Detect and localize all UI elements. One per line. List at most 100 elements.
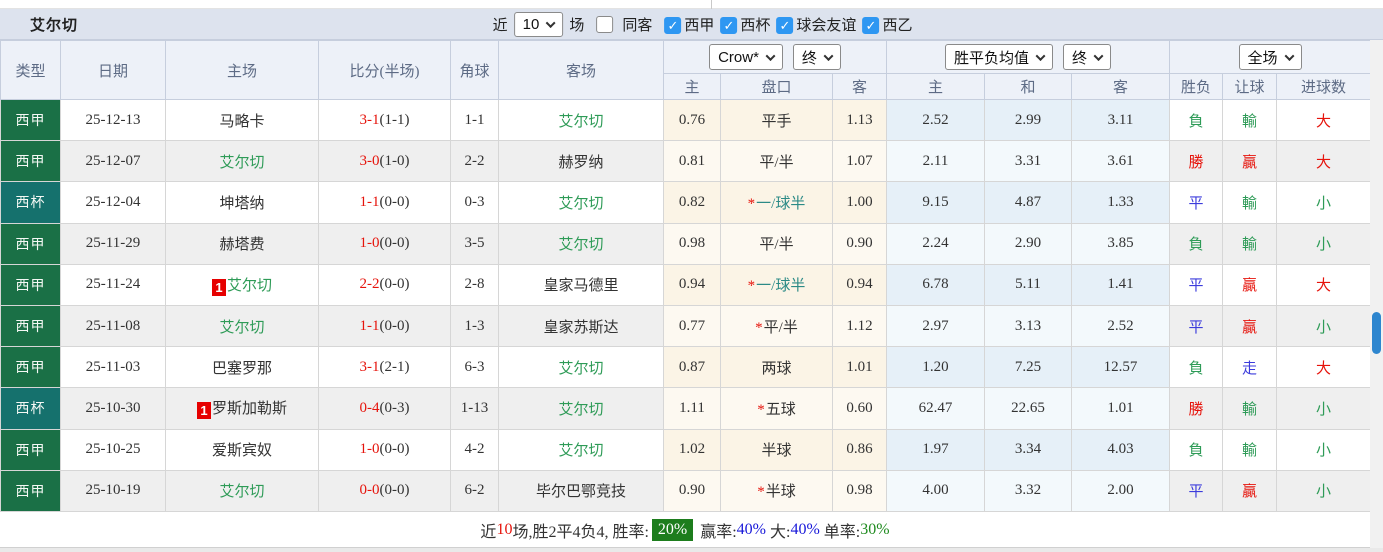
- chevron-down-icon: [546, 18, 556, 28]
- match-table: 类型 日期 主场 比分(半场) 角球 客场 Crow* 终: [0, 40, 1371, 512]
- league-badge: 西杯: [1, 182, 61, 223]
- result-goals: 小: [1277, 470, 1371, 511]
- col-header-asian-away: 客: [833, 74, 887, 100]
- handicap: *一/球半: [721, 264, 833, 305]
- red-card-badge: 1: [197, 402, 211, 419]
- top-strip: [0, 0, 1383, 9]
- score: 1-1(0-0): [319, 305, 451, 346]
- euro-odds-time-select[interactable]: 终: [1063, 44, 1111, 70]
- match-date: 25-11-08: [61, 305, 166, 346]
- away-team[interactable]: 艾尔切: [499, 223, 664, 264]
- bookmaker-select[interactable]: Crow*: [709, 44, 783, 70]
- euro-away-odds: 3.61: [1072, 141, 1170, 182]
- col-header-euro-home: 主: [887, 74, 985, 100]
- corner-score: 6-2: [451, 470, 499, 511]
- euro-draw-odds: 3.32: [985, 470, 1072, 511]
- period-select-value: 全场: [1248, 47, 1278, 68]
- result-wdl: 平: [1170, 264, 1223, 305]
- league-badge: 西甲: [1, 264, 61, 305]
- asian-away-odds: 0.60: [833, 388, 887, 429]
- home-team[interactable]: 巴塞罗那: [166, 347, 319, 388]
- result-wdl: 勝: [1170, 141, 1223, 182]
- euro-home-odds: 1.97: [887, 429, 985, 470]
- handicap: 平/半: [721, 141, 833, 182]
- recent-count-select[interactable]: 10: [514, 12, 564, 37]
- home-team[interactable]: 赫塔费: [166, 223, 319, 264]
- asian-home-odds: 0.82: [664, 182, 721, 223]
- home-team[interactable]: 坤塔纳: [166, 182, 319, 223]
- scrollbar-thumb[interactable]: [1372, 312, 1381, 354]
- handicap: *平/半: [721, 305, 833, 346]
- asian-home-odds: 0.94: [664, 264, 721, 305]
- league-badge: 西杯: [1, 388, 61, 429]
- summary-segment: 30%: [860, 521, 889, 539]
- asian-home-odds: 0.81: [664, 141, 721, 182]
- asian-odds-group-header: Crow* 终: [664, 41, 887, 74]
- asian-home-odds: 0.98: [664, 223, 721, 264]
- asian-odds-time-select[interactable]: 终: [793, 44, 841, 70]
- table-row: 西甲 25-11-29 赫塔费 1-0(0-0) 3-5 艾尔切 0.98 平/…: [1, 223, 1371, 264]
- away-team[interactable]: 皇家马德里: [499, 264, 664, 305]
- summary-segment: 赢率:: [696, 518, 736, 542]
- away-team[interactable]: 艾尔切: [499, 388, 664, 429]
- corner-score: 6-3: [451, 347, 499, 388]
- col-header-date: 日期: [61, 41, 166, 100]
- away-team[interactable]: 艾尔切: [499, 429, 664, 470]
- filter-bar: 艾尔切 近 10 场 同客 ✓西甲✓西杯✓球会友谊✓西乙: [0, 9, 1383, 40]
- euro-away-odds: 4.03: [1072, 429, 1170, 470]
- red-card-badge: 1: [212, 279, 226, 296]
- table-row: 西甲 25-11-24 1艾尔切 2-2(0-0) 2-8 皇家马德里 0.94…: [1, 264, 1371, 305]
- corner-score: 0-3: [451, 182, 499, 223]
- euro-draw-odds: 4.87: [985, 182, 1072, 223]
- euro-draw-odds: 7.25: [985, 347, 1072, 388]
- asian-away-odds: 1.00: [833, 182, 887, 223]
- away-team[interactable]: 赫罗纳: [499, 141, 664, 182]
- home-team[interactable]: 艾尔切: [166, 305, 319, 346]
- same-opponent-label: 同客: [622, 14, 652, 35]
- away-team[interactable]: 艾尔切: [499, 347, 664, 388]
- live-handicap-star: *: [748, 278, 756, 294]
- result-goals: 小: [1277, 182, 1371, 223]
- col-header-euro-away: 客: [1072, 74, 1170, 100]
- recent-label: 近: [493, 14, 508, 35]
- away-team[interactable]: 毕尔巴鄂竞技: [499, 470, 664, 511]
- home-team[interactable]: 马略卡: [166, 100, 319, 141]
- result-handicap: 贏: [1223, 141, 1277, 182]
- asian-home-odds: 0.87: [664, 347, 721, 388]
- result-wdl: 勝: [1170, 388, 1223, 429]
- home-team[interactable]: 艾尔切: [166, 141, 319, 182]
- table-row: 西甲 25-10-25 爱斯宾奴 1-0(0-0) 4-2 艾尔切 1.02 半…: [1, 429, 1371, 470]
- euro-home-odds: 4.00: [887, 470, 985, 511]
- league-badge: 西甲: [1, 429, 61, 470]
- live-handicap-star: *: [748, 196, 756, 212]
- euro-odds-type-select[interactable]: 胜平负均值: [945, 44, 1053, 70]
- summary-segment: 单率:: [820, 518, 860, 542]
- euro-draw-odds: 2.99: [985, 100, 1072, 141]
- league-checkbox[interactable]: ✓: [664, 17, 681, 34]
- scrollbar-track[interactable]: [1370, 40, 1383, 552]
- home-team[interactable]: 爱斯宾奴: [166, 429, 319, 470]
- away-team[interactable]: 艾尔切: [499, 182, 664, 223]
- corner-score: 1-1: [451, 100, 499, 141]
- result-handicap: 走: [1223, 347, 1277, 388]
- home-team[interactable]: 艾尔切: [166, 470, 319, 511]
- away-team[interactable]: 皇家苏斯达: [499, 305, 664, 346]
- score: 0-4(0-3): [319, 388, 451, 429]
- same-opponent-checkbox[interactable]: [596, 16, 613, 33]
- result-handicap: 輸: [1223, 429, 1277, 470]
- result-handicap: 輸: [1223, 182, 1277, 223]
- home-team[interactable]: 1艾尔切: [166, 264, 319, 305]
- period-select[interactable]: 全场: [1239, 44, 1302, 70]
- league-checkbox[interactable]: ✓: [862, 17, 879, 34]
- score: 1-1(0-0): [319, 182, 451, 223]
- home-team[interactable]: 1罗斯加勒斯: [166, 388, 319, 429]
- col-header-euro-draw: 和: [985, 74, 1072, 100]
- score: 1-0(0-0): [319, 223, 451, 264]
- league-label: 球会友谊: [796, 17, 856, 34]
- league-checkbox[interactable]: ✓: [776, 17, 793, 34]
- league-checkbox[interactable]: ✓: [720, 17, 737, 34]
- away-team[interactable]: 艾尔切: [499, 100, 664, 141]
- league-label: 西乙: [882, 17, 912, 34]
- score: 1-0(0-0): [319, 429, 451, 470]
- summary-segment: 40%: [737, 521, 766, 539]
